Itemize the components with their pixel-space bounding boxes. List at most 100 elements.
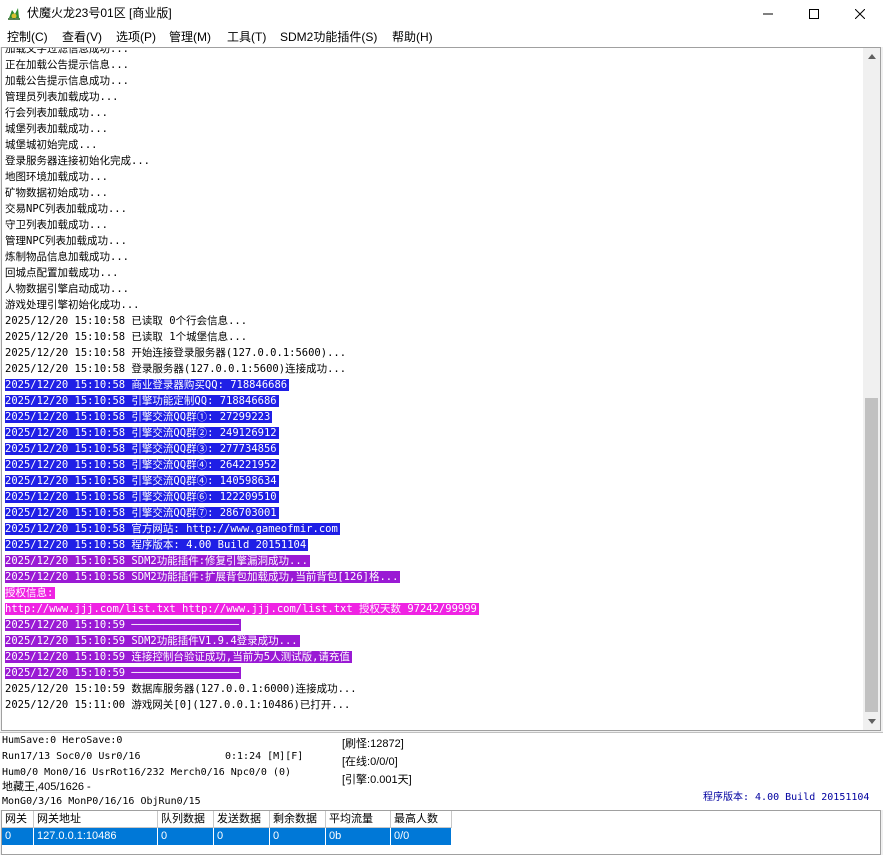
log-line: 2025/12/20 15:10:58 引擎交流QQ群③: 277734856 [5,441,861,457]
log-line-text: 正在加载公告提示信息... [5,59,129,71]
log-line-text: 2025/12/20 15:10:58 引擎交流QQ群④: 264221952 [5,459,279,471]
log-line: 2025/12/20 15:10:58 官方网站: http://www.gam… [5,521,861,537]
log-line-text: 城堡列表加载成功... [5,123,108,135]
log-line: 2025/12/20 15:10:58 引擎交流QQ群⑦: 286703001 [5,505,861,521]
log-line-text: 2025/12/20 15:10:58 SDM2功能插件:扩展背包加载成功,当前… [5,571,401,583]
scroll-thumb[interactable] [865,398,878,712]
log-line: 2025/12/20 15:10:58 SDM2功能插件:扩展背包加载成功,当前… [5,569,861,585]
close-button[interactable] [837,0,883,27]
log-line-text: 回城点配置加载成功... [5,267,119,279]
log-line-text: 2025/12/20 15:10:59 连接控制台验证成功,当前为5人测试版,请… [5,651,352,663]
log-lines: 加载文字过滤信息成功... 正在加载公告提示信息... 加载公告提示信息成功... 管… [5,47,861,713]
menu-help[interactable]: 帮助(H) [392,29,433,45]
log-line-text: 2025/12/20 15:10:58 商业登录器购买QQ: 718846686 [5,379,290,391]
minimize-button[interactable] [745,0,791,27]
object-status: Hum0/0 Mon0/16 UsrRot16/232 Merch0/16 Np… [2,767,291,778]
log-line: 城堡列表加载成功... [5,121,861,137]
log-line: 2025/12/20 15:10:58 已读取 0个行会信息... [5,313,861,329]
log-line-text: 2025/12/20 15:10:58 开始连接登录服务器(127.0.0.1:… [5,347,347,359]
log-line: 人物数据引擎启动成功... [5,281,861,297]
title-bar[interactable]: 伏魔火龙23号01区 [商业版] [0,0,883,27]
log-line: 城堡城初始完成... [5,137,861,153]
log-line-text: 加载文字过滤信息成功... [5,47,129,55]
table-cell: 0 [214,828,270,845]
close-icon [855,8,865,19]
save-status: HumSave:0 HeroSave:0 [2,735,123,746]
log-line: 2025/12/20 15:10:58 SDM2功能插件:修复引擎漏洞成功... [5,553,861,569]
uptime-timer: 0:1:24 [M][F] [225,751,304,762]
log-line: 正在加载公告提示信息... [5,57,861,73]
log-line-text: 管理员列表加载成功... [5,91,119,103]
run-status: Run17/13 Soc0/0 Usr0/16 [2,751,141,762]
log-line-text: 2025/12/20 15:10:58 官方网站: http://www.gam… [5,523,340,535]
game-app-icon [8,8,20,20]
log-line-text: 登录服务器连接初始化完成... [5,155,150,167]
log-output[interactable]: 加载文字过滤信息成功... 正在加载公告提示信息... 加载公告提示信息成功... 管… [1,47,881,731]
log-line-text: 交易NPC列表加载成功... [5,203,127,215]
log-line-text: 2025/12/20 15:10:58 已读取 1个城堡信息... [5,331,248,343]
log-line-text: 行会列表加载成功... [5,107,108,119]
monster-status: MonG0/3/16 MonP0/16/16 ObjRun0/15 [2,796,201,807]
log-line: 交易NPC列表加载成功... [5,201,861,217]
menu-control[interactable]: 控制(C) [7,29,48,45]
menu-manage[interactable]: 管理(M) [169,29,211,45]
log-line-text: 2025/12/20 15:10:58 SDM2功能插件:修复引擎漏洞成功... [5,555,311,567]
log-line: 2025/12/20 15:10:59 数据库服务器(127.0.0.1:600… [5,681,861,697]
log-line-text: 2025/12/20 15:10:59 ───────────────── [5,667,241,679]
log-line-text: 人物数据引擎启动成功... [5,283,129,295]
log-line-text: 2025/12/20 15:10:58 引擎交流QQ群①: 27299223 [5,411,273,423]
column-header[interactable]: 队列数据 [158,811,214,828]
log-line: 加载文字过滤信息成功... [5,47,861,57]
menu-options[interactable]: 选项(P) [116,29,156,45]
log-line-text: 2025/12/20 15:10:58 程序版本: 4.00 Build 201… [5,539,309,551]
menu-view[interactable]: 查看(V) [62,29,102,45]
log-line: 2025/12/20 15:10:58 引擎交流QQ群④: 264221952 [5,457,861,473]
log-line-text: 2025/12/20 15:10:59 ───────────────── [5,619,241,631]
column-header[interactable]: 平均流量 [326,811,391,828]
log-line-text: 守卫列表加载成功... [5,219,108,231]
online-count: [在线:0/0/0] [342,756,398,768]
log-line: 管理NPC列表加载成功... [5,233,861,249]
maximize-icon [809,8,819,19]
minimize-icon [763,13,773,14]
log-line-text: 管理NPC列表加载成功... [5,235,127,247]
log-line-text: 2025/12/20 15:10:58 引擎交流QQ群⑥: 122209510 [5,491,279,503]
log-line: 2025/12/20 15:10:59 ───────────────── [5,617,861,633]
menu-sdm2-plugin[interactable]: SDM2功能插件(S) [280,29,377,45]
log-line-text: 2025/12/20 15:10:58 引擎交流QQ群④: 140598634 [5,475,279,487]
log-line-text: 矿物数据初始成功... [5,187,108,199]
column-header[interactable]: 网关 [2,811,34,828]
log-line-text: 炼制物品信息加载成功... [5,251,129,263]
gateway-table[interactable]: 网关 网关地址 队列数据 发送数据 剩余数据 平均流量 最高人数 0 127.0… [1,810,881,855]
table-cell: 0b [326,828,391,845]
column-header[interactable]: 网关地址 [34,811,158,828]
log-line: 2025/12/20 15:10:58 引擎功能定制QQ: 718846686 [5,393,861,409]
scroll-down-arrow-icon[interactable] [863,713,880,730]
table-row[interactable]: 0 127.0.0.1:10486 0 0 0 0b 0/0 [2,828,452,845]
log-line: 2025/12/20 15:10:58 引擎交流QQ群①: 27299223 [5,409,861,425]
log-line: 2025/12/20 15:10:59 连接控制台验证成功,当前为5人测试版,请… [5,649,861,665]
log-line: http://www.jjj.com/list.txt http://www.j… [5,601,861,617]
log-line-text: 2025/12/20 15:10:59 数据库服务器(127.0.0.1:600… [5,683,357,695]
log-line-text: 地图环境加载成功... [5,171,108,183]
log-scrollbar[interactable] [863,48,880,730]
log-line-text: 2025/12/20 15:10:58 引擎交流QQ群⑦: 286703001 [5,507,279,519]
table-cell: 0/0 [391,828,452,845]
log-line: 守卫列表加载成功... [5,217,861,233]
log-line: 2025/12/20 15:11:00 游戏网关[0](127.0.0.1:10… [5,697,861,713]
table-header: 网关 网关地址 队列数据 发送数据 剩余数据 平均流量 最高人数 [2,811,452,828]
log-line: 游戏处理引擎初始化成功... [5,297,861,313]
scroll-up-arrow-icon[interactable] [863,48,880,65]
log-line-text: 游戏处理引擎初始化成功... [5,299,140,311]
log-line: 回城点配置加载成功... [5,265,861,281]
log-line: 加载公告提示信息成功... [5,73,861,89]
menu-tools[interactable]: 工具(T) [227,29,266,45]
log-line: 矿物数据初始成功... [5,185,861,201]
maximize-button[interactable] [791,0,837,27]
column-header[interactable]: 发送数据 [214,811,270,828]
log-line: 管理员列表加载成功... [5,89,861,105]
log-line: 授权信息: [5,585,861,601]
column-header[interactable]: 剩余数据 [270,811,326,828]
menu-bar: 控制(C) 查看(V) 选项(P) 管理(M) 工具(T) SDM2功能插件(S… [0,27,883,47]
column-header[interactable]: 最高人数 [391,811,452,828]
